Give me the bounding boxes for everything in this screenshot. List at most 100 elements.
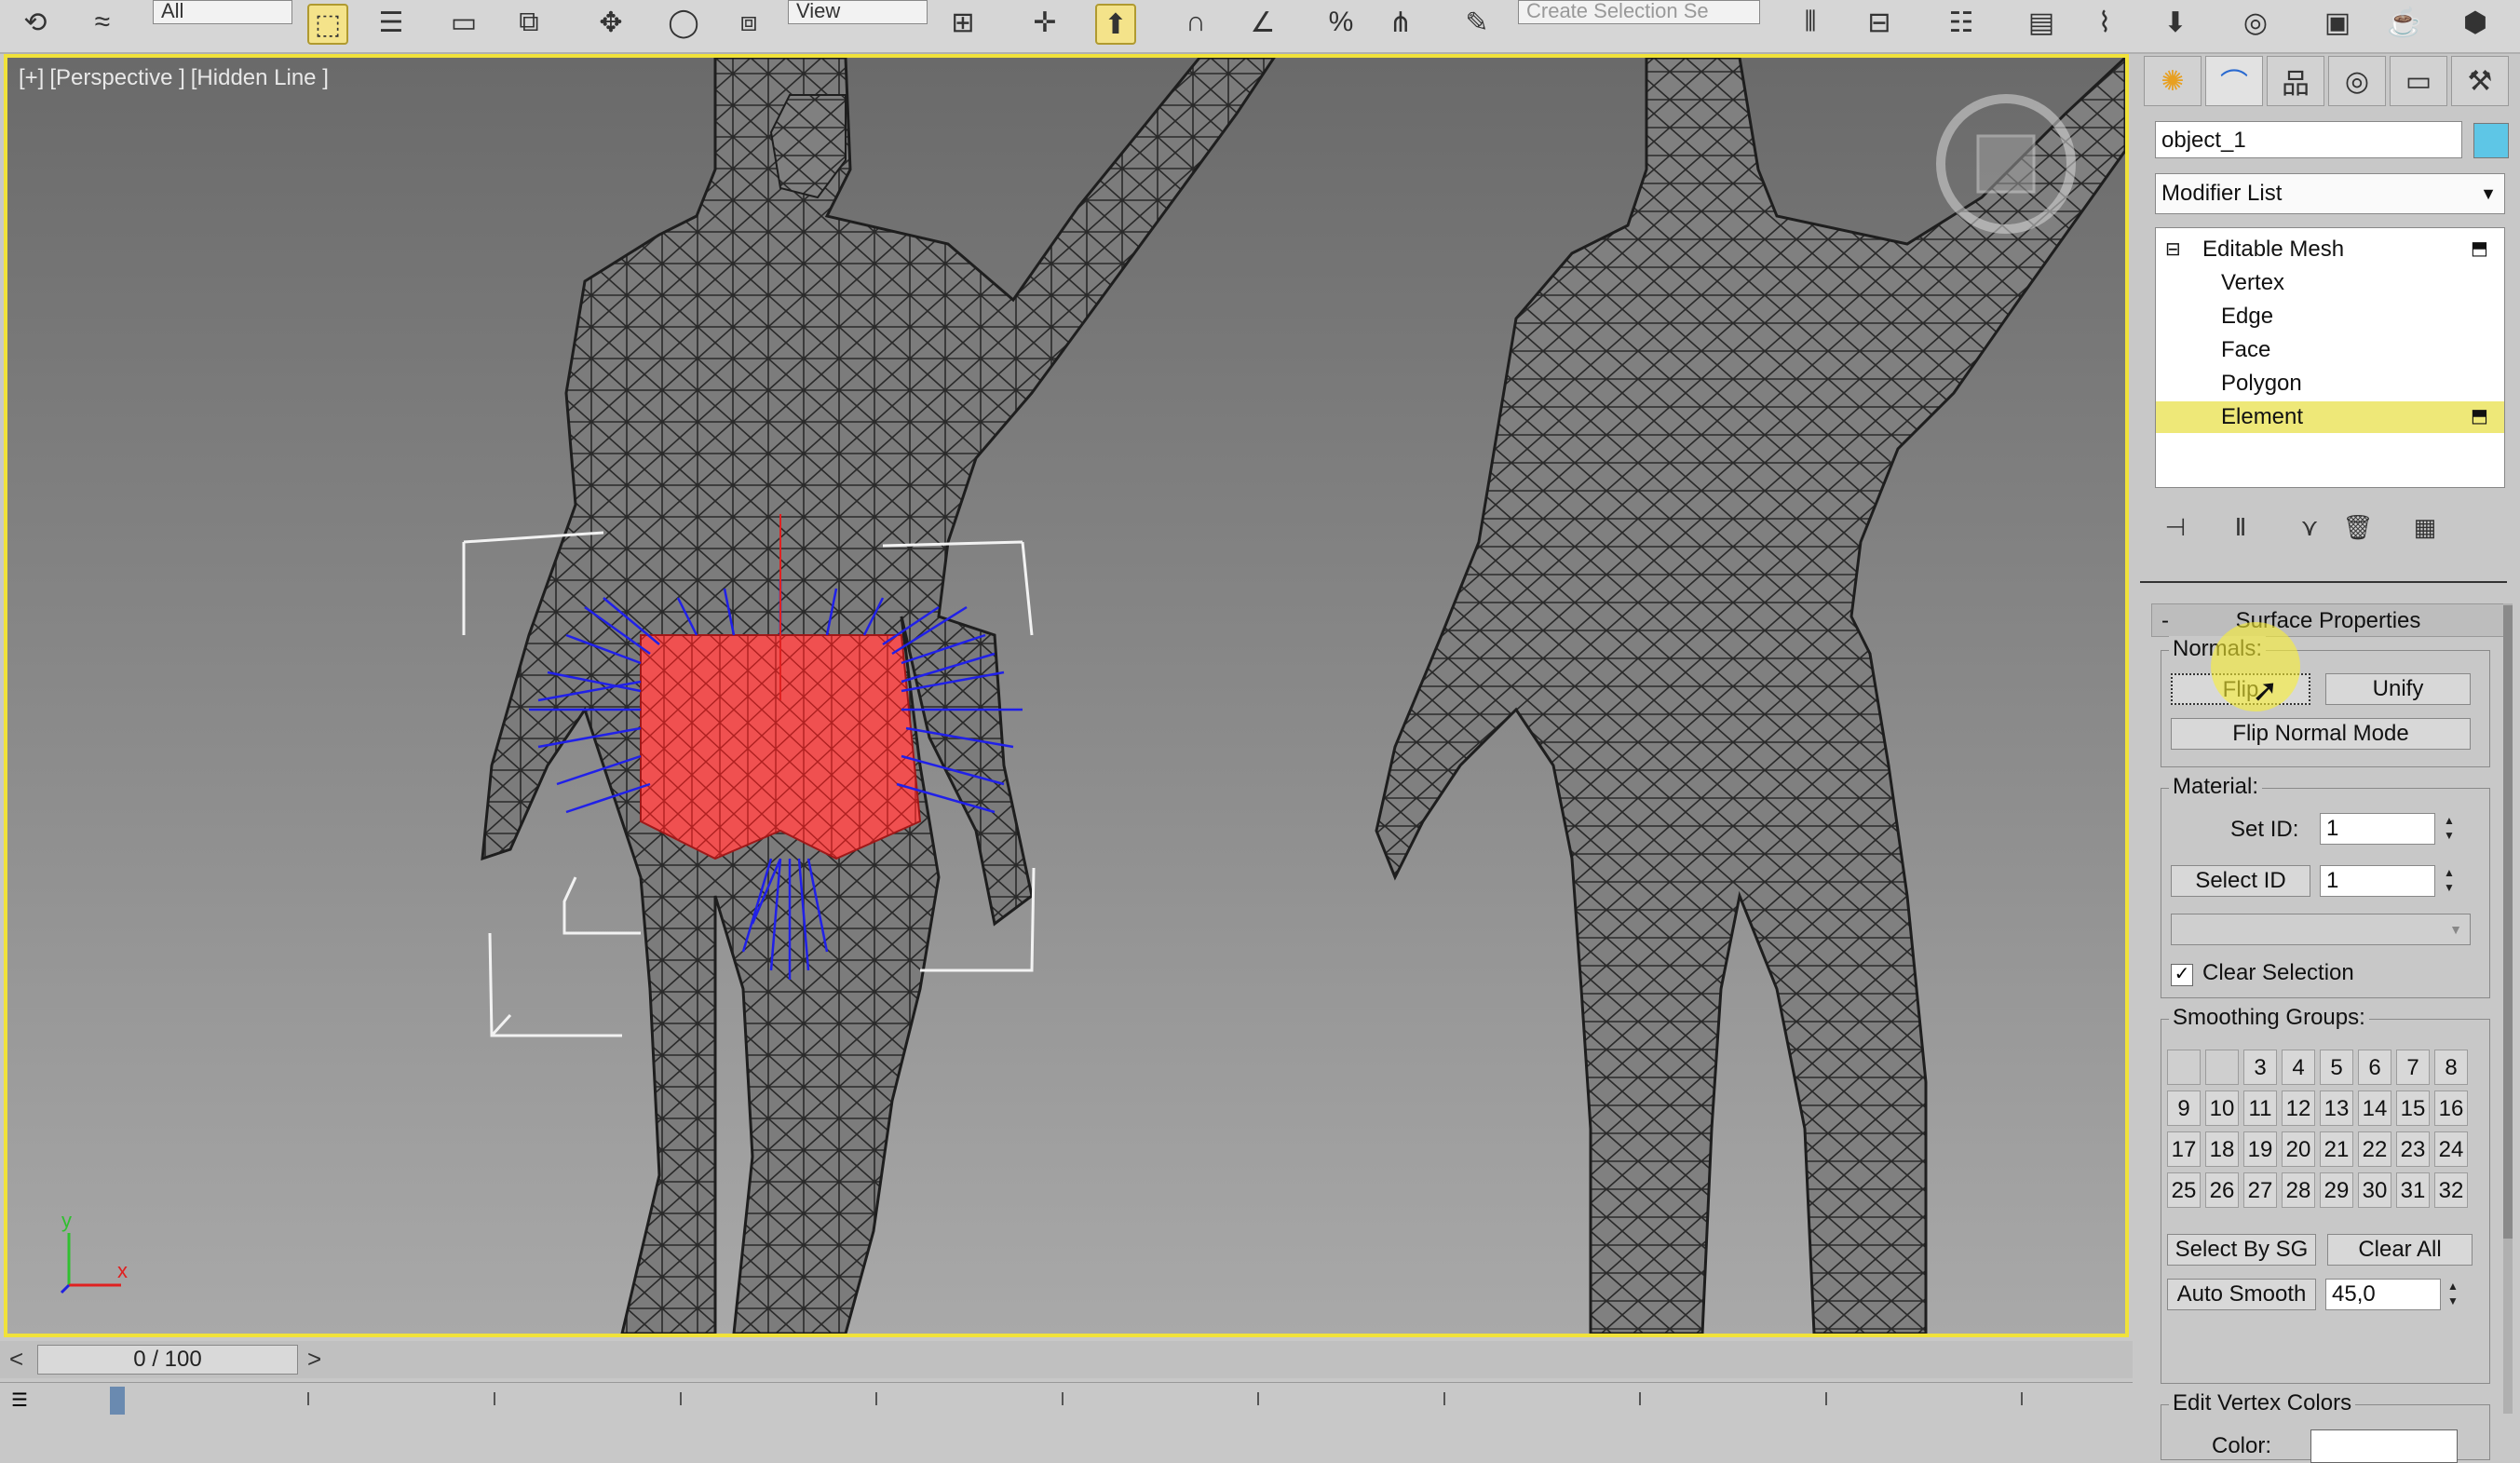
- select-by-name-icon[interactable]: ☰: [373, 4, 410, 41]
- window-crossing-icon[interactable]: ⧉: [510, 4, 548, 41]
- render-frame-icon[interactable]: ☕: [2386, 4, 2423, 41]
- make-unique-icon[interactable]: ⋎: [2293, 510, 2326, 544]
- track-bar[interactable]: ☰: [0, 1382, 2133, 1416]
- percent-snap-icon[interactable]: %: [1322, 4, 1360, 41]
- display-tab-icon[interactable]: ▭: [2390, 56, 2447, 106]
- link-icon[interactable]: ⟲: [17, 4, 54, 41]
- stack-item-vertex[interactable]: Vertex: [2156, 267, 2504, 299]
- smoothing-group-22-button[interactable]: 22: [2358, 1131, 2391, 1167]
- select-id-button[interactable]: Select ID: [2171, 865, 2310, 897]
- material-editor-icon[interactable]: ◎: [2237, 4, 2274, 41]
- show-end-result-icon[interactable]: Ⅱ: [2224, 510, 2257, 544]
- angle-snap-icon[interactable]: ∠: [1244, 4, 1281, 41]
- smoothing-group-21-button[interactable]: 21: [2320, 1131, 2353, 1167]
- graphite-tools-icon[interactable]: ▤: [2023, 4, 2060, 41]
- align-icon[interactable]: ⊟: [1861, 4, 1898, 41]
- smoothing-group-29-button[interactable]: 29: [2320, 1172, 2353, 1208]
- smoothing-group-3-button[interactable]: 3: [2243, 1050, 2277, 1085]
- smoothing-group-14-button[interactable]: 14: [2358, 1090, 2391, 1126]
- object-color-swatch[interactable]: [2473, 123, 2509, 158]
- stack-item-editable-mesh[interactable]: ⊟ Editable Mesh ⬒: [2156, 234, 2504, 265]
- utilities-tab-icon[interactable]: ⚒: [2451, 56, 2509, 106]
- render-setup-icon[interactable]: ▣: [2319, 4, 2356, 41]
- smoothing-group-27-button[interactable]: 27: [2243, 1172, 2277, 1208]
- smoothing-group-10-button[interactable]: 10: [2205, 1090, 2239, 1126]
- set-id-spinner[interactable]: 1: [2320, 813, 2435, 845]
- curve-editor-icon[interactable]: ⌇: [2086, 4, 2123, 41]
- spinner-snap-icon[interactable]: ⋔: [1382, 4, 1419, 41]
- stack-item-face[interactable]: Face: [2156, 334, 2504, 366]
- pivot-center-icon[interactable]: ⊞: [944, 4, 982, 41]
- smoothing-group-4-button[interactable]: 4: [2282, 1050, 2315, 1085]
- smoothing-group-6-button[interactable]: 6: [2358, 1050, 2391, 1085]
- rectangle-selection-icon[interactable]: ▭: [445, 4, 482, 41]
- collapse-icon[interactable]: ⊟: [2165, 234, 2181, 265]
- time-marker[interactable]: [110, 1387, 125, 1415]
- spinner-arrows-icon[interactable]: ▲ ▼: [2445, 1279, 2461, 1310]
- modifier-stack[interactable]: ⊟ Editable Mesh ⬒ Vertex Edge Face Polyg…: [2155, 227, 2505, 488]
- modify-tab-icon[interactable]: ⌒: [2205, 56, 2263, 106]
- material-name-dropdown[interactable]: ▼: [2171, 914, 2471, 945]
- mini-curve-editor-icon[interactable]: ☰: [11, 1388, 48, 1411]
- configure-sets-icon[interactable]: ▦: [2408, 510, 2442, 544]
- auto-smooth-button[interactable]: Auto Smooth: [2167, 1279, 2316, 1310]
- scale-icon[interactable]: ⧈: [730, 4, 767, 41]
- smoothing-group-20-button[interactable]: 20: [2282, 1131, 2315, 1167]
- smoothing-group-17-button[interactable]: 17: [2167, 1131, 2201, 1167]
- hierarchy-tab-icon[interactable]: 品: [2267, 56, 2324, 106]
- unify-button[interactable]: Unify: [2325, 673, 2471, 705]
- clear-selection-checkbox[interactable]: ✓: [2171, 964, 2193, 986]
- prev-frame-button[interactable]: <: [9, 1345, 23, 1374]
- create-tab-icon[interactable]: ✺: [2144, 56, 2202, 106]
- smoothing-group-8-button[interactable]: 8: [2434, 1050, 2468, 1085]
- smoothing-group-5-button[interactable]: 5: [2320, 1050, 2353, 1085]
- unlink-icon[interactable]: ≈: [84, 4, 121, 41]
- smoothing-group-15-button[interactable]: 15: [2396, 1090, 2430, 1126]
- smoothing-group-26-button[interactable]: 26: [2205, 1172, 2239, 1208]
- motion-tab-icon[interactable]: ◎: [2328, 56, 2386, 106]
- flip-normal-mode-button[interactable]: Flip Normal Mode: [2171, 718, 2471, 750]
- vertex-color-swatch[interactable]: [2310, 1429, 2458, 1463]
- smoothing-group-19-button[interactable]: 19: [2243, 1131, 2277, 1167]
- move-icon[interactable]: ✥: [592, 4, 630, 41]
- modifier-list-dropdown[interactable]: Modifier List ▼: [2155, 173, 2505, 214]
- rollout-title[interactable]: - Surface Properties: [2151, 603, 2505, 637]
- smoothing-group-16-button[interactable]: 16: [2434, 1090, 2468, 1126]
- stack-item-polygon[interactable]: Polygon: [2156, 368, 2504, 400]
- smoothing-group-11-button[interactable]: 11: [2243, 1090, 2277, 1126]
- smoothing-group-25-button[interactable]: 25: [2167, 1172, 2201, 1208]
- spinner-arrows-icon[interactable]: ▲ ▼: [2441, 865, 2458, 897]
- smoothing-group-1-button[interactable]: [2167, 1050, 2201, 1085]
- stack-item-element[interactable]: Element ⬒: [2156, 401, 2504, 433]
- smoothing-group-2-button[interactable]: [2205, 1050, 2239, 1085]
- spinner-arrows-icon[interactable]: ▲ ▼: [2441, 813, 2458, 845]
- pin-stack-icon[interactable]: ⊣: [2159, 510, 2192, 544]
- smoothing-group-9-button[interactable]: 9: [2167, 1090, 2201, 1126]
- smoothing-group-30-button[interactable]: 30: [2358, 1172, 2391, 1208]
- time-slider[interactable]: 0 / 100: [37, 1345, 298, 1375]
- smoothing-group-18-button[interactable]: 18: [2205, 1131, 2239, 1167]
- character-mesh-right[interactable]: [1375, 58, 2125, 1334]
- smoothing-group-28-button[interactable]: 28: [2282, 1172, 2315, 1208]
- smoothing-group-23-button[interactable]: 23: [2396, 1131, 2430, 1167]
- clear-all-button[interactable]: Clear All: [2327, 1234, 2473, 1266]
- stack-item-edge[interactable]: Edge: [2156, 301, 2504, 332]
- mirror-icon[interactable]: ⫴: [1792, 4, 1829, 41]
- collapse-icon[interactable]: -: [2161, 604, 2169, 638]
- select-by-sg-button[interactable]: Select By SG: [2167, 1234, 2316, 1266]
- named-selection-set-dropdown[interactable]: Create Selection Se: [1518, 0, 1760, 24]
- auto-smooth-threshold-spinner[interactable]: 45,0: [2325, 1279, 2441, 1310]
- smoothing-group-24-button[interactable]: 24: [2434, 1131, 2468, 1167]
- edit-named-selection-icon[interactable]: ✎: [1458, 4, 1496, 41]
- schematic-view-icon[interactable]: ⬇: [2157, 4, 2194, 41]
- reference-coordinate-dropdown[interactable]: View: [788, 0, 928, 24]
- smoothing-group-13-button[interactable]: 13: [2320, 1090, 2353, 1126]
- keyboard-shortcut-toggle-icon[interactable]: ⬆: [1095, 4, 1136, 45]
- next-frame-button[interactable]: >: [307, 1345, 321, 1374]
- select-id-spinner[interactable]: 1: [2320, 865, 2435, 897]
- perspective-viewport[interactable]: [+] [Perspective ] [Hidden Line ] y x: [4, 54, 2129, 1337]
- remove-modifier-icon[interactable]: 🗑: [2341, 510, 2375, 544]
- object-name-field[interactable]: object_1: [2155, 121, 2462, 158]
- smoothing-group-7-button[interactable]: 7: [2396, 1050, 2430, 1085]
- smoothing-group-32-button[interactable]: 32: [2434, 1172, 2468, 1208]
